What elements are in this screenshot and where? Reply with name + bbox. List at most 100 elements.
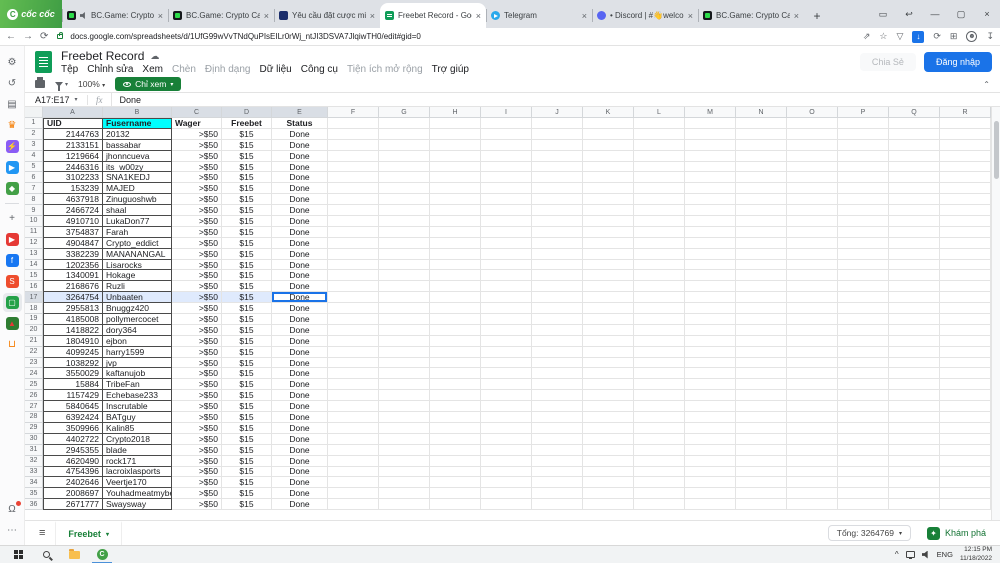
cell-L4[interactable] — [634, 151, 685, 162]
cell-M35[interactable] — [685, 488, 736, 499]
cell-K34[interactable] — [583, 477, 634, 488]
cell-K28[interactable] — [583, 412, 634, 423]
cell-F15[interactable] — [328, 270, 379, 281]
cell-M13[interactable] — [685, 249, 736, 260]
coccoc-taskbar-button[interactable]: C — [88, 546, 116, 563]
cell-G3[interactable] — [379, 140, 430, 151]
row-header-17[interactable]: 17 — [25, 292, 43, 303]
column-header-B[interactable]: B — [103, 107, 172, 118]
cell-H6[interactable] — [430, 172, 481, 183]
cell-O27[interactable] — [787, 401, 838, 412]
cell-M25[interactable] — [685, 379, 736, 390]
column-header-I[interactable]: I — [481, 107, 532, 118]
cell-I26[interactable] — [481, 390, 532, 401]
cell-J19[interactable] — [532, 314, 583, 325]
cell-K36[interactable] — [583, 499, 634, 510]
cell-L17[interactable] — [634, 292, 685, 303]
cell-F31[interactable] — [328, 445, 379, 456]
browser-tab[interactable]: Freebet Record - Googl× — [380, 3, 486, 28]
cell-D29[interactable]: $15 — [222, 423, 272, 434]
cell-K33[interactable] — [583, 467, 634, 478]
cell-C7[interactable]: >$50 — [172, 183, 222, 194]
cell-A6[interactable]: 3102233 — [43, 172, 103, 183]
cell-J29[interactable] — [532, 423, 583, 434]
scrollbar-thumb[interactable] — [994, 121, 999, 179]
cell-N9[interactable] — [736, 205, 787, 216]
volume-icon[interactable] — [922, 551, 930, 559]
cell-C11[interactable]: >$50 — [172, 227, 222, 238]
cell-R12[interactable] — [940, 238, 991, 249]
cell-D25[interactable]: $15 — [222, 379, 272, 390]
cell-D13[interactable]: $15 — [222, 249, 272, 260]
cell-J2[interactable] — [532, 129, 583, 140]
cell-D11[interactable]: $15 — [222, 227, 272, 238]
cell-E10[interactable]: Done — [272, 216, 328, 227]
cell-H2[interactable] — [430, 129, 481, 140]
row-header-12[interactable]: 12 — [25, 238, 43, 249]
cell-J13[interactable] — [532, 249, 583, 260]
cell-N34[interactable] — [736, 477, 787, 488]
cell-J14[interactable] — [532, 260, 583, 271]
cell-N5[interactable] — [736, 162, 787, 173]
cell-Q24[interactable] — [889, 368, 940, 379]
cell-L9[interactable] — [634, 205, 685, 216]
row-header-31[interactable]: 31 — [25, 445, 43, 456]
cell-N31[interactable] — [736, 445, 787, 456]
cell-M5[interactable] — [685, 162, 736, 173]
row-header-16[interactable]: 16 — [25, 281, 43, 292]
all-sheets-icon[interactable]: ≡ — [39, 527, 45, 539]
cell-I1[interactable] — [481, 118, 532, 129]
cell-R33[interactable] — [940, 467, 991, 478]
adblock-shield-icon[interactable]: ▽ — [896, 31, 903, 42]
cell-N2[interactable] — [736, 129, 787, 140]
cell-F25[interactable] — [328, 379, 379, 390]
cell-B34[interactable]: Veertje170 — [103, 477, 172, 488]
formula-input[interactable]: Done — [111, 93, 1000, 106]
cell-B1[interactable]: Fusername — [103, 118, 172, 129]
cell-G28[interactable] — [379, 412, 430, 423]
cell-K25[interactable] — [583, 379, 634, 390]
cell-O2[interactable] — [787, 129, 838, 140]
cell-B12[interactable]: Crypto_eddict — [103, 238, 172, 249]
cell-G34[interactable] — [379, 477, 430, 488]
cell-F13[interactable] — [328, 249, 379, 260]
cell-M34[interactable] — [685, 477, 736, 488]
menu-định-dạng[interactable]: Định dạng — [205, 64, 251, 75]
cell-G11[interactable] — [379, 227, 430, 238]
cell-J10[interactable] — [532, 216, 583, 227]
cell-Q29[interactable] — [889, 423, 940, 434]
cell-O35[interactable] — [787, 488, 838, 499]
cell-P27[interactable] — [838, 401, 889, 412]
cell-A15[interactable]: 1340091 — [43, 270, 103, 281]
cell-H26[interactable] — [430, 390, 481, 401]
cell-H1[interactable] — [430, 118, 481, 129]
cell-A25[interactable]: 15884 — [43, 379, 103, 390]
cell-H25[interactable] — [430, 379, 481, 390]
share-button[interactable]: Chia Sẻ — [860, 53, 916, 71]
cell-P13[interactable] — [838, 249, 889, 260]
cell-N25[interactable] — [736, 379, 787, 390]
cell-O33[interactable] — [787, 467, 838, 478]
cell-J6[interactable] — [532, 172, 583, 183]
cell-K6[interactable] — [583, 172, 634, 183]
cell-L16[interactable] — [634, 281, 685, 292]
cell-M14[interactable] — [685, 260, 736, 271]
cell-P6[interactable] — [838, 172, 889, 183]
cell-R7[interactable] — [940, 183, 991, 194]
cell-P32[interactable] — [838, 456, 889, 467]
cell-C29[interactable]: >$50 — [172, 423, 222, 434]
cell-F33[interactable] — [328, 467, 379, 478]
cell-R10[interactable] — [940, 216, 991, 227]
cell-L36[interactable] — [634, 499, 685, 510]
cell-L5[interactable] — [634, 162, 685, 173]
tab-close-icon[interactable]: × — [370, 11, 375, 21]
cell-A21[interactable]: 1804910 — [43, 336, 103, 347]
row-header-22[interactable]: 22 — [25, 347, 43, 358]
cell-P34[interactable] — [838, 477, 889, 488]
cell-N16[interactable] — [736, 281, 787, 292]
cell-L15[interactable] — [634, 270, 685, 281]
cell-E27[interactable]: Done — [272, 401, 328, 412]
cell-F1[interactable] — [328, 118, 379, 129]
cell-I15[interactable] — [481, 270, 532, 281]
column-header-K[interactable]: K — [583, 107, 634, 118]
